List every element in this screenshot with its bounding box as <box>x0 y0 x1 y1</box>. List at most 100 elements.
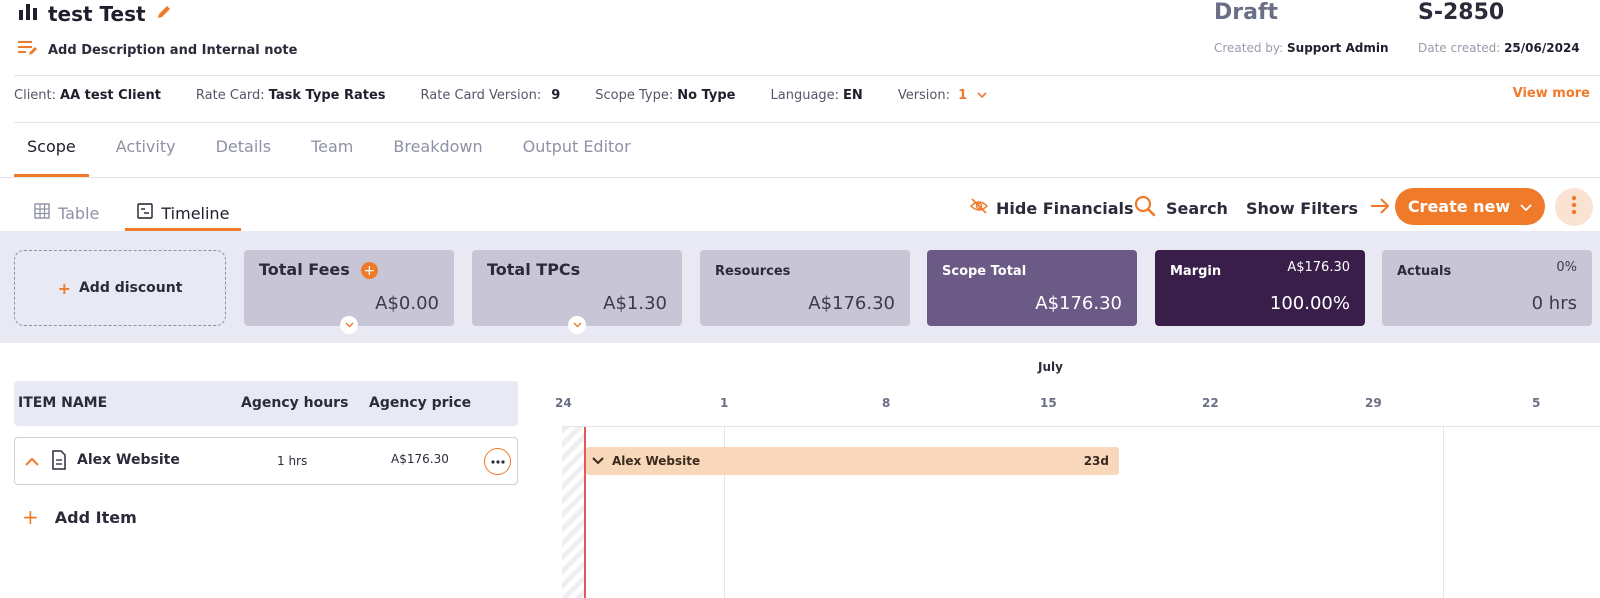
item-name: Alex Website <box>77 452 180 468</box>
timeline-icon <box>137 203 154 223</box>
edit-pencil-icon[interactable] <box>156 4 172 24</box>
create-new-button[interactable]: Create new <box>1395 188 1545 225</box>
scope-total-card: Scope Total A$176.30 <box>927 250 1137 326</box>
column-header-agency-price: Agency price <box>369 395 472 411</box>
timeline-tick: 5 <box>1532 396 1541 410</box>
total-fees-label: Total Fees <box>259 260 350 279</box>
eye-off-icon <box>969 198 989 218</box>
created-by-value: Support Admin <box>1287 41 1389 55</box>
view-tab-timeline[interactable]: Timeline <box>125 195 242 231</box>
scope-type-info: Scope Type: No Type <box>595 88 735 103</box>
rate-card-info: Rate Card: Task Type Rates <box>196 88 386 103</box>
chevron-down-icon <box>977 88 987 103</box>
scope-type-value: No Type <box>677 88 736 103</box>
search-button[interactable]: Search <box>1134 195 1228 221</box>
tab-activity[interactable]: Activity <box>103 122 189 177</box>
create-new-label: Create new <box>1407 197 1511 216</box>
total-fees-card: Total Fees + A$0.00 <box>244 250 454 334</box>
item-price: A$176.30 <box>391 452 449 466</box>
view-tab-timeline-label: Timeline <box>161 203 230 223</box>
tabs-divider <box>0 177 1600 178</box>
actuals-card: Actuals 0% 0 hrs <box>1382 250 1592 326</box>
scope-info-row: Client: AA test Client Rate Card: Task Typ… <box>14 88 1022 103</box>
column-header-agency-hours: Agency hours <box>241 395 349 411</box>
add-discount-button[interactable]: + Add discount <box>14 250 226 326</box>
timeline-bar[interactable]: Alex Website 23d <box>586 447 1119 475</box>
row-more-button[interactable] <box>484 448 511 475</box>
actuals-label: Actuals <box>1397 264 1452 279</box>
total-tpcs-expand-button[interactable] <box>568 316 586 334</box>
add-fee-plus-icon[interactable]: + <box>360 262 378 279</box>
chevron-down-icon <box>345 322 353 328</box>
table-header: ITEM NAME Agency hours Agency price <box>14 381 518 426</box>
client-value: AA test Client <box>60 88 161 103</box>
margin-card: Margin A$176.30 100.00% <box>1155 250 1365 326</box>
view-more-link[interactable]: View more <box>1513 86 1590 101</box>
search-label: Search <box>1166 198 1228 218</box>
timeline-tick: 24 <box>555 396 572 410</box>
chart-icon <box>18 2 38 26</box>
plus-icon: + <box>57 278 71 298</box>
timeline-bar-duration: 23d <box>1083 454 1109 468</box>
tab-team[interactable]: Team <box>298 122 366 177</box>
add-description-link[interactable]: Add Description and Internal note <box>18 40 297 60</box>
plus-icon: + <box>22 505 39 529</box>
header-divider <box>14 75 1600 76</box>
rate-card-label: Rate Card: <box>195 88 265 103</box>
collapse-chevron-icon[interactable] <box>25 452 39 471</box>
tab-details[interactable]: Details <box>203 122 284 177</box>
version-selector[interactable]: Version: 1 <box>898 88 988 103</box>
arrow-right-icon <box>1370 198 1390 218</box>
version-value: 1 <box>958 88 968 103</box>
language-info: Language: EN <box>771 88 863 103</box>
add-item-button[interactable]: + Add Item <box>22 505 137 529</box>
scope-total-label: Scope Total <box>942 264 1027 279</box>
client-info: Client: AA test Client <box>14 88 161 103</box>
language-value: EN <box>843 88 863 103</box>
timeline-tick: 1 <box>720 396 729 410</box>
scope-title-row: test Test <box>18 2 172 26</box>
total-tpcs-label: Total TPCs <box>487 260 581 279</box>
timeline-gridline <box>1443 427 1444 598</box>
column-header-item-name: ITEM NAME <box>18 395 108 411</box>
timeline-tick: 22 <box>1202 396 1219 410</box>
show-filters-label: Show Filters <box>1246 198 1359 218</box>
tab-scope[interactable]: Scope <box>14 122 89 177</box>
actuals-hours: 0 hrs <box>1531 293 1577 314</box>
margin-percent: 100.00% <box>1269 293 1350 314</box>
add-description-label: Add Description and Internal note <box>48 42 298 58</box>
total-tpcs-card: Total TPCs A$1.30 <box>472 250 682 334</box>
resources-label: Resources <box>715 264 791 279</box>
timeline-tick: 15 <box>1040 396 1057 410</box>
add-item-label: Add Item <box>54 507 137 527</box>
timeline-header-divider <box>562 426 1600 427</box>
total-tpcs-value: A$1.30 <box>603 293 667 314</box>
chevron-down-icon <box>573 322 581 328</box>
search-icon <box>1134 195 1156 221</box>
ellipsis-icon <box>490 459 505 464</box>
tab-breakdown[interactable]: Breakdown <box>380 122 495 177</box>
more-options-button[interactable] <box>1555 188 1593 226</box>
hide-financials-button[interactable]: Hide Financials <box>969 195 1134 221</box>
scope-number: S-2850 <box>1418 0 1505 25</box>
notes-edit-icon <box>18 40 38 60</box>
chevron-down-icon[interactable] <box>592 454 604 468</box>
view-tab-table[interactable]: Table <box>22 195 111 231</box>
show-filters-button[interactable]: Show Filters <box>1246 195 1390 221</box>
created-by: Created by: Support Admin <box>1214 41 1389 55</box>
date-created: Date created: 25/06/2024 <box>1418 41 1580 55</box>
total-fees-value: A$0.00 <box>375 293 439 314</box>
rate-card-version-value: 9 <box>551 88 561 103</box>
margin-label: Margin <box>1170 264 1222 279</box>
view-tab-table-label: Table <box>58 203 100 223</box>
timeline-month-label: July <box>1038 360 1063 374</box>
tab-output-editor[interactable]: Output Editor <box>510 122 644 177</box>
scope-total-value: A$176.30 <box>1035 293 1122 314</box>
total-fees-expand-button[interactable] <box>340 316 358 334</box>
table-row[interactable]: Alex Website 1 hrs A$176.30 <box>14 437 518 485</box>
item-hours: 1 hrs <box>277 454 308 468</box>
resources-value: A$176.30 <box>808 293 895 314</box>
timeline-tick: 29 <box>1365 396 1382 410</box>
timeline-past-hatch <box>562 427 584 598</box>
timeline-bar-label: Alex Website <box>612 454 701 468</box>
